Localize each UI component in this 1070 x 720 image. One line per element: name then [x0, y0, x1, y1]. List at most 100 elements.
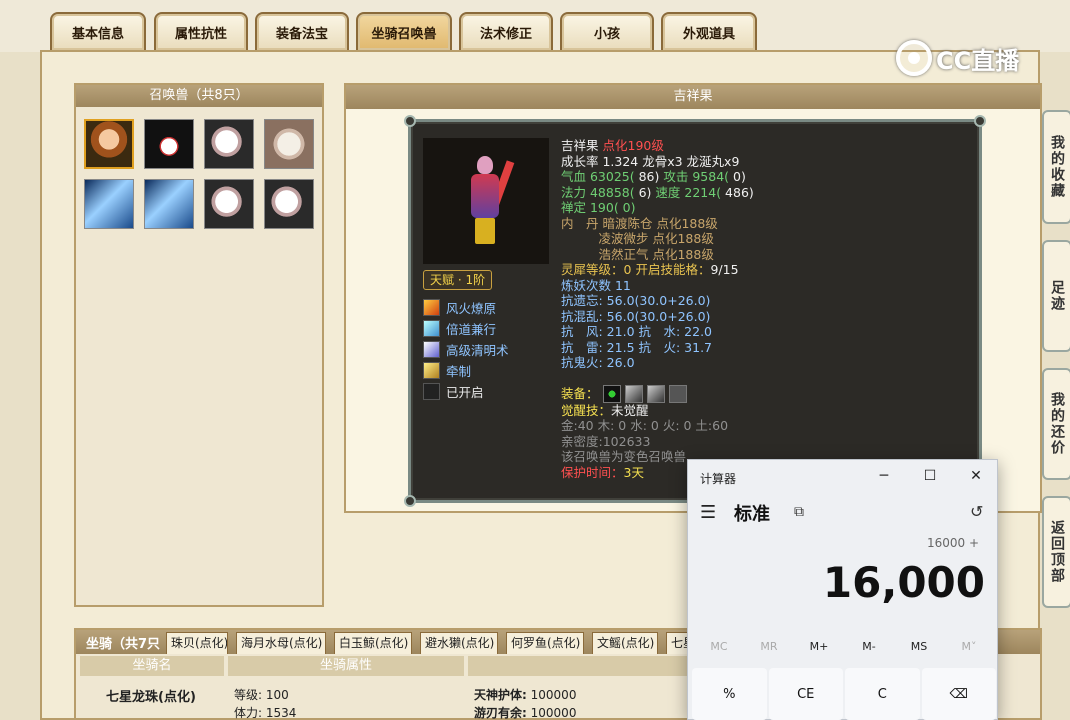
figure-legs — [475, 218, 495, 244]
awaken-value: 未觉醒 — [611, 402, 649, 418]
percent-button[interactable]: % — [692, 668, 767, 720]
mount-attr-level: 等级: 100 — [234, 686, 289, 703]
atk-label: 攻击 9584( — [659, 169, 730, 184]
summon-slot-1[interactable] — [84, 119, 134, 169]
tab-label: 基本信息 — [71, 26, 124, 42]
mount-tab[interactable]: 何罗鱼(点化) — [506, 632, 584, 654]
tab-label: 属性抗性 — [174, 26, 227, 42]
mount-tab[interactable]: 白玉鲸(点化) — [334, 632, 412, 654]
memory-recall-button[interactable]: MR — [744, 640, 794, 653]
cc-live-watermark: CC直播 — [896, 38, 1019, 78]
tab-attr-resist[interactable]: 属性抗性 — [154, 12, 248, 50]
cc-logo-icon — [896, 40, 932, 76]
resist-thunder-fire: 抗 雷: 21.5 抗 火: 31.7 — [561, 339, 713, 355]
maximize-button[interactable]: ☐ — [910, 464, 950, 488]
talent-badge[interactable]: 天赋 · 1阶 — [423, 270, 493, 290]
summon-slot-3[interactable] — [204, 119, 254, 169]
mount-attr-stamina: 体力: 1534 — [234, 704, 296, 720]
mount-col-attr: 坐骑属性 — [228, 656, 464, 676]
atk-extra: 0) — [729, 169, 746, 184]
spd-extra: 486) — [721, 184, 754, 200]
zen-stat: 禅定 190( 0) — [561, 200, 636, 215]
skill-bind[interactable]: 牵制 — [423, 361, 471, 379]
empty-skill-icon — [423, 382, 440, 400]
hp-extra: 86) — [634, 169, 660, 184]
keep-on-top-icon[interactable]: ⧉ — [794, 504, 804, 520]
summon-name: 吉祥果 — [561, 138, 599, 153]
figure-body — [471, 174, 499, 218]
resist-chaos: 抗混乱: 56.0(30.0+26.0) — [561, 308, 711, 324]
mount-tab[interactable]: 避水獭(点化) — [420, 632, 498, 654]
hamburger-menu-icon[interactable]: ☰ — [700, 502, 716, 523]
skill-clear[interactable]: 高级清明术 — [423, 340, 509, 358]
my-bargain-button[interactable]: 我的还价 — [1042, 368, 1070, 480]
mount-attr-skill-2: 游刃有余: 100000 — [474, 704, 576, 720]
tab-label: 外观道具 — [682, 26, 735, 42]
tab-mount-summon[interactable]: 坐骑召唤兽 — [356, 12, 452, 50]
memory-add-button[interactable]: M+ — [794, 640, 844, 653]
equip-slot-icon[interactable] — [624, 384, 643, 403]
corner-ornament — [404, 495, 416, 507]
close-button[interactable]: ✕ — [956, 464, 996, 488]
summon-slot-2[interactable] — [144, 119, 194, 169]
tab-basic-info[interactable]: 基本信息 — [50, 12, 146, 50]
summon-slot-4[interactable] — [264, 119, 314, 169]
equip-slot-icon[interactable] — [668, 384, 687, 403]
skill-label: 倍道兼行 — [446, 321, 497, 337]
growth-rate: 成长率 1.324 龙骨x3 龙涎丸x9 — [561, 153, 740, 169]
tab-equipment[interactable]: 装备法宝 — [255, 12, 349, 50]
fire-skill-icon — [423, 298, 440, 316]
memory-clear-button[interactable]: MC — [694, 640, 744, 653]
mount-title: 坐骑（共7只 — [86, 637, 161, 652]
spd-label: 速度 2214( — [651, 184, 722, 200]
equip-slot-icon[interactable] — [646, 384, 665, 403]
memory-subtract-button[interactable]: M- — [844, 640, 894, 653]
summon-slot-7[interactable] — [204, 179, 254, 229]
mount-tab[interactable]: 珠贝(点化) — [166, 632, 228, 654]
memory-list-button[interactable]: M˅ — [944, 640, 994, 653]
summon-slot-8[interactable] — [264, 179, 314, 229]
favorites-button[interactable]: 我的收藏 — [1042, 110, 1070, 224]
attr-label: 体力: — [234, 706, 263, 720]
tab-appearance[interactable]: 外观道具 — [661, 12, 757, 50]
calculator-title: 计算器 — [700, 472, 737, 486]
calculator-keypad: % CE C ⌫ — [692, 668, 996, 720]
clear-skill-icon — [423, 340, 440, 358]
corner-ornament — [974, 115, 986, 127]
summon-detail-title: 吉祥果 — [346, 85, 1040, 109]
lingxi-value: 0 开启技能格： — [623, 262, 711, 277]
history-icon[interactable]: ↺ — [970, 502, 983, 521]
attr-label: 游刃有余: — [474, 706, 527, 720]
clear-button[interactable]: C — [845, 668, 920, 720]
attr-label: 等级: — [234, 688, 263, 702]
skill-speed[interactable]: 倍道兼行 — [423, 319, 496, 337]
mount-tab[interactable]: 文鳐(点化) — [592, 632, 658, 654]
lingxi-label: 灵犀等级： — [561, 262, 624, 277]
attr-value: 100 — [265, 688, 289, 702]
mount-tab[interactable]: 海月水母(点化) — [236, 632, 326, 654]
minimize-button[interactable]: ─ — [864, 464, 904, 488]
attr-value: 100000 — [530, 688, 577, 702]
clear-entry-button[interactable]: CE — [768, 668, 843, 720]
summon-level: 点化190级 — [602, 138, 664, 153]
summon-list-panel: 召唤兽（共8只） — [74, 83, 324, 607]
tab-label: 装备法宝 — [275, 26, 328, 42]
skill-label: 已开启 — [446, 384, 484, 400]
neidan-3: 浩然正气 点化188级 — [561, 246, 714, 262]
five-elements: 金:40 木: 0 水: 0 火: 0 土:60 — [561, 418, 729, 433]
summon-figure — [467, 156, 515, 246]
protect-label: 保护时间： — [561, 464, 624, 480]
footprint-button[interactable]: 足迹 — [1042, 240, 1070, 352]
skill-label: 风火燎原 — [446, 300, 497, 316]
equip-slot-icon[interactable] — [602, 384, 621, 403]
skill-fire[interactable]: 风火燎原 — [423, 298, 496, 316]
summon-slot-6[interactable] — [144, 179, 194, 229]
backspace-button[interactable]: ⌫ — [921, 668, 996, 720]
tab-spell-fix[interactable]: 法术修正 — [459, 12, 553, 50]
tab-label: 法术修正 — [479, 26, 532, 42]
back-to-top-button[interactable]: 返回顶部 — [1042, 496, 1070, 608]
summon-slot-5[interactable] — [84, 179, 134, 229]
memory-store-button[interactable]: MS — [894, 640, 944, 653]
tab-child[interactable]: 小孩 — [560, 12, 654, 50]
resist-wind-water: 抗 风: 21.0 抗 水: 22.0 — [561, 324, 713, 339]
